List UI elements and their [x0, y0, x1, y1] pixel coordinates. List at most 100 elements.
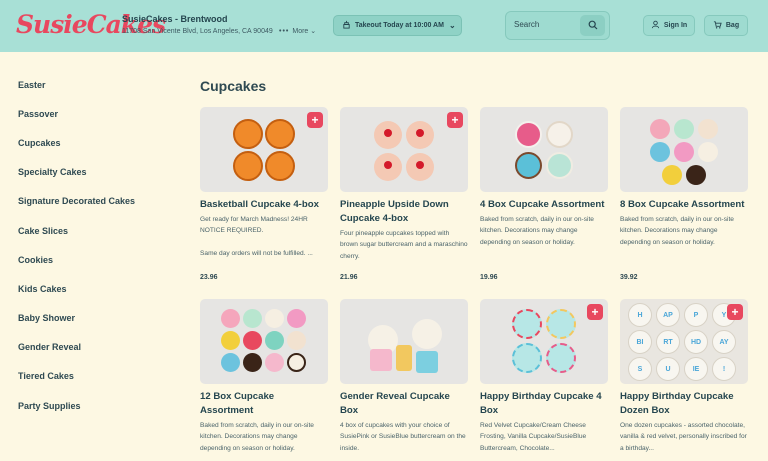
product-title[interactable]: Gender Reveal Cupcake Box	[340, 390, 468, 418]
product-title[interactable]: 12 Box Cupcake Assortment	[200, 390, 328, 418]
basketball-cupcake-image	[265, 119, 295, 149]
search-button[interactable]	[580, 15, 605, 36]
cherry-image	[416, 161, 424, 169]
cupcake-image	[650, 142, 670, 162]
category-sidebar: Easter Passover Cupcakes Specialty Cakes…	[18, 70, 135, 420]
product-image[interactable]: +	[340, 107, 468, 192]
add-to-bag-button[interactable]: +	[587, 304, 603, 320]
product-card-happy-birthday-4[interactable]: + Happy Birthday Cupcake 4 Box Red Velve…	[480, 299, 608, 454]
product-card-8-box[interactable]: 8 Box Cupcake Assortment Baked from scra…	[620, 107, 748, 281]
product-image[interactable]	[200, 299, 328, 384]
cupcake-image	[515, 121, 542, 148]
product-title[interactable]: Happy Birthday Cupcake Dozen Box	[620, 390, 748, 418]
add-to-bag-button[interactable]: +	[727, 304, 743, 320]
letter-cupcake-image: P	[684, 303, 708, 327]
bag-button[interactable]: Bag	[704, 15, 748, 36]
product-card-12-box[interactable]: 12 Box Cupcake Assortment Baked from scr…	[200, 299, 328, 454]
letter-cupcake-image: IE	[684, 357, 708, 381]
product-card-basketball[interactable]: + Basketball Cupcake 4-box Get ready for…	[200, 107, 328, 281]
product-price: 23.96	[200, 274, 218, 281]
birthday-cupcake-image	[512, 343, 542, 373]
cake-icon	[342, 20, 351, 31]
product-image[interactable]	[480, 107, 608, 192]
product-image[interactable]	[620, 107, 748, 192]
sidebar-item-signature-decorated-cakes[interactable]: Signature Decorated Cakes	[18, 187, 135, 216]
sidebar-item-cake-slices[interactable]: Cake Slices	[18, 216, 135, 245]
product-image[interactable]: +	[200, 107, 328, 192]
cupcake-image	[243, 309, 262, 328]
product-description: One dozen cupcakes - assorted chocolate,…	[620, 422, 747, 452]
add-to-bag-button[interactable]: +	[307, 112, 323, 128]
sidebar-item-passover[interactable]: Passover	[18, 99, 135, 128]
search-input[interactable]	[514, 20, 574, 29]
more-button[interactable]: ••• More ⌄	[279, 27, 316, 35]
cherry-image	[384, 161, 392, 169]
basketball-cupcake-image	[233, 151, 263, 181]
cupcake-image	[221, 331, 240, 350]
product-description: Baked from scratch, daily in our on-site…	[480, 216, 594, 246]
cupcake-image	[221, 309, 240, 328]
cherry-image	[384, 129, 392, 137]
birthday-cupcake-image	[546, 309, 576, 339]
cupcake-image	[243, 331, 262, 350]
pink-filling-image	[370, 349, 392, 371]
product-card-gender-reveal[interactable]: Gender Reveal Cupcake Box 4 box of cupca…	[340, 299, 468, 454]
cupcake-image	[287, 331, 306, 350]
birthday-cupcake-image	[512, 309, 542, 339]
product-description: Get ready for March Madness! 24HR NOTICE…	[200, 216, 313, 258]
product-title[interactable]: Happy Birthday Cupcake 4 Box	[480, 390, 608, 418]
sidebar-item-kids-cakes[interactable]: Kids Cakes	[18, 274, 135, 303]
product-description: Four pineapple cupcakes topped with brow…	[340, 230, 468, 260]
site-header: SusieCakes SusieCakes - Brentwood 11708 …	[0, 0, 768, 52]
product-price: 21.96	[340, 274, 358, 281]
letter-cupcake-image: BI	[628, 330, 652, 354]
store-address: 11708 San Vicente Blvd, Los Angeles, CA …	[122, 28, 273, 35]
section-title: Cupcakes	[200, 78, 267, 94]
sidebar-item-cupcakes[interactable]: Cupcakes	[18, 128, 135, 157]
product-title[interactable]: 4 Box Cupcake Assortment	[480, 198, 608, 212]
bag-label: Bag	[725, 22, 740, 29]
chevron-down-icon: ⌄	[448, 21, 456, 30]
cupcake-image	[546, 152, 573, 179]
cupcake-image	[698, 142, 718, 162]
product-price: 19.96	[480, 274, 498, 281]
add-to-bag-button[interactable]: +	[447, 112, 463, 128]
sidebar-item-tiered-cakes[interactable]: Tiered Cakes	[18, 362, 135, 391]
user-icon	[651, 20, 660, 31]
sidebar-item-specialty-cakes[interactable]: Specialty Cakes	[18, 158, 135, 187]
chevron-down-icon: ⌄	[310, 28, 317, 35]
letter-cupcake-image: !	[712, 357, 736, 381]
letter-cupcake-image: HD	[684, 330, 708, 354]
sidebar-item-cookies[interactable]: Cookies	[18, 245, 135, 274]
product-image[interactable]: H AP P Y BI RT HD AY S U IE! +	[620, 299, 748, 384]
blue-filling-image	[416, 351, 438, 373]
product-description: 4 box of cupcakes with your choice of Su…	[340, 422, 466, 452]
sidebar-item-easter[interactable]: Easter	[18, 70, 135, 99]
basketball-cupcake-image	[265, 151, 295, 181]
sign-in-button[interactable]: Sign In	[643, 15, 695, 36]
product-image[interactable]: +	[480, 299, 608, 384]
takeout-time-button[interactable]: Takeout Today at 10:00 AM ⌄	[333, 15, 462, 36]
product-card-happy-birthday-dozen[interactable]: H AP P Y BI RT HD AY S U IE! + Happy Birthday Cupc…	[620, 299, 748, 454]
product-description: Baked from scratch, daily in our on-site…	[620, 216, 734, 246]
product-card-pineapple[interactable]: + Pineapple Upside Down Cupcake 4-box Fo…	[340, 107, 468, 281]
product-description: Red Velvet Cupcake/Cream Cheese Frosting…	[480, 422, 587, 452]
product-image[interactable]	[340, 299, 468, 384]
cupcake-image	[686, 165, 706, 185]
cupcake-image	[265, 331, 284, 350]
product-title[interactable]: Pineapple Upside Down Cupcake 4-box	[340, 198, 468, 226]
product-card-4-box[interactable]: 4 Box Cupcake Assortment Baked from scra…	[480, 107, 608, 281]
cupcake-image	[243, 353, 262, 372]
cupcake-image	[698, 119, 718, 139]
product-description: Baked from scratch, daily in our on-site…	[200, 422, 314, 452]
product-title[interactable]: Basketball Cupcake 4-box	[200, 198, 328, 212]
cupcake-image	[287, 353, 306, 372]
sidebar-item-baby-shower[interactable]: Baby Shower	[18, 304, 135, 333]
sidebar-item-gender-reveal[interactable]: Gender Reveal	[18, 333, 135, 362]
cupcake-image	[662, 165, 682, 185]
sign-in-label: Sign In	[663, 22, 688, 29]
product-title[interactable]: 8 Box Cupcake Assortment	[620, 198, 748, 212]
cupcake-image	[265, 353, 284, 372]
letter-cupcake-image: H	[628, 303, 652, 327]
sidebar-item-party-supplies[interactable]: Party Supplies	[18, 391, 135, 420]
